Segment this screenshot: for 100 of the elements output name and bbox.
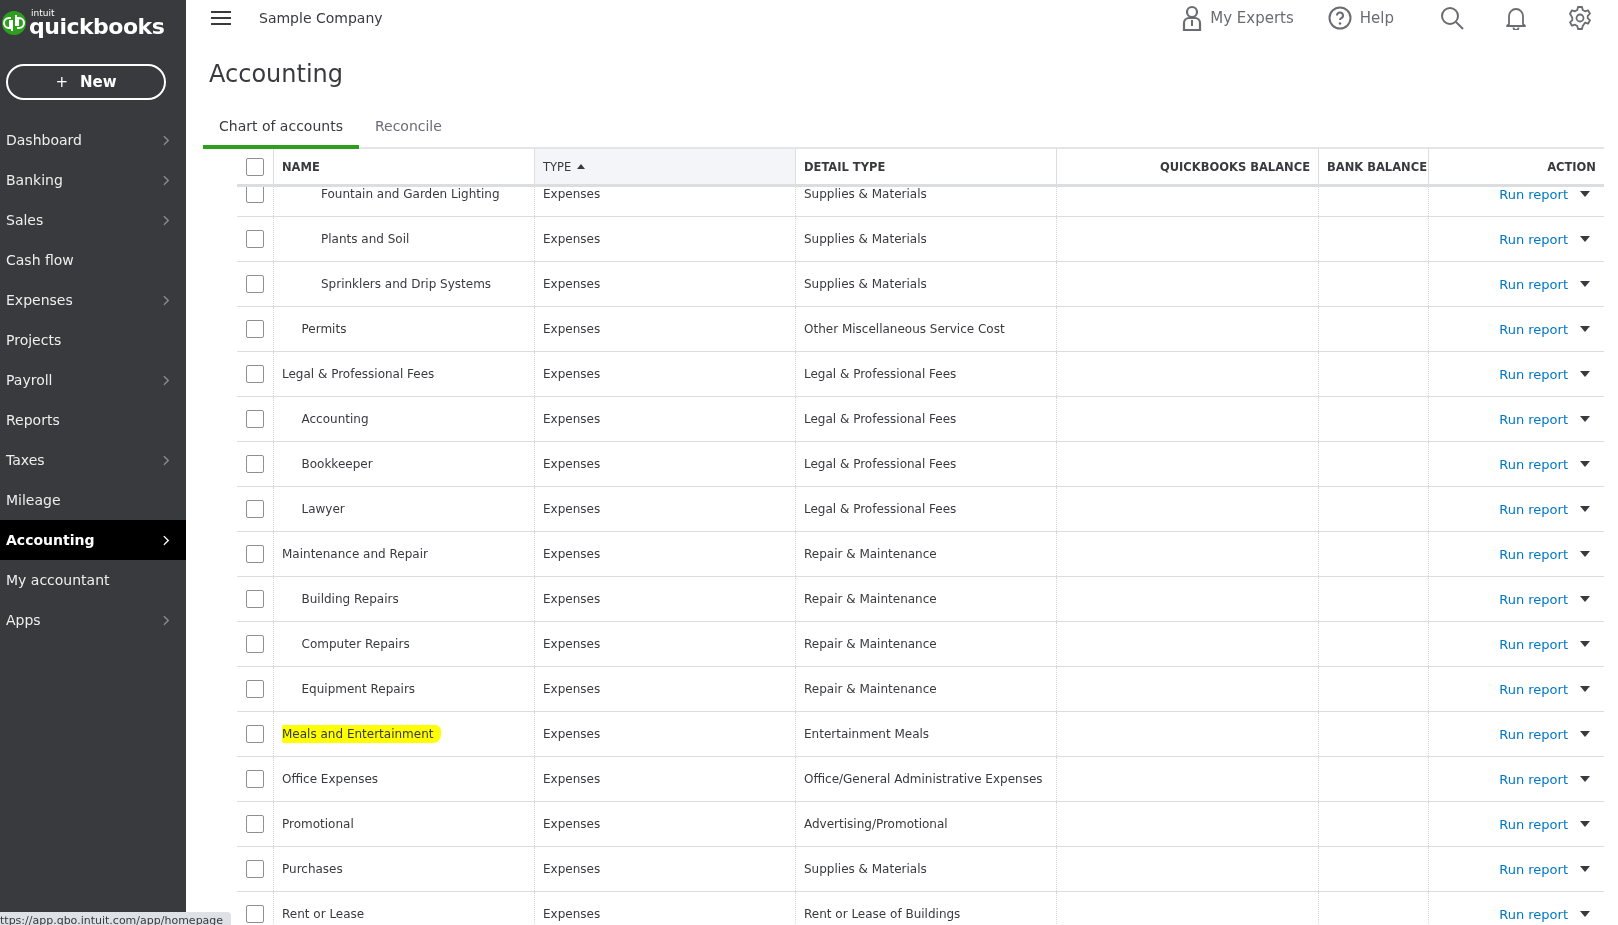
sidebar-item[interactable]: My accountant xyxy=(0,560,186,600)
run-report-link[interactable]: Run report xyxy=(1499,681,1568,697)
chevron-icon xyxy=(163,134,170,146)
account-type: Expenses xyxy=(543,592,601,606)
new-button[interactable]: + New xyxy=(6,64,166,100)
sidebar-item[interactable]: Accounting xyxy=(0,520,186,560)
row-checkbox[interactable] xyxy=(246,725,264,743)
detail-type: Office/General Administrative Expenses xyxy=(804,772,1043,786)
sidebar-item[interactable]: Payroll xyxy=(0,360,186,400)
run-report-link[interactable]: Run report xyxy=(1499,636,1568,652)
run-report-link[interactable]: Run report xyxy=(1499,276,1568,292)
detail-type: Other Miscellaneous Service Cost xyxy=(804,322,1005,336)
row-checkbox[interactable] xyxy=(246,187,264,203)
sort-ascending-icon xyxy=(577,164,586,169)
run-report-link[interactable]: Run report xyxy=(1499,591,1568,607)
sidebar-item[interactable]: Taxes xyxy=(0,440,186,480)
row-checkbox[interactable] xyxy=(246,365,264,383)
detail-type: Legal & Professional Fees xyxy=(804,412,957,426)
chevron-icon xyxy=(163,614,170,626)
row-checkbox[interactable] xyxy=(246,500,264,518)
run-report-link[interactable]: Run report xyxy=(1499,726,1568,742)
column-header[interactable]: QUICKBOOKS BALANCE xyxy=(1057,149,1319,184)
account-type: Expenses xyxy=(543,637,601,651)
row-checkbox[interactable] xyxy=(246,230,264,248)
chevron-icon xyxy=(163,454,170,466)
detail-type: Repair & Maintenance xyxy=(804,547,937,561)
row-checkbox[interactable] xyxy=(246,635,264,653)
sidebar-item[interactable]: Expenses xyxy=(0,280,186,320)
run-report-link[interactable]: Run report xyxy=(1499,771,1568,787)
account-name: Rent or Lease xyxy=(282,907,365,921)
run-report-link[interactable]: Run report xyxy=(1499,906,1568,922)
row-checkbox[interactable] xyxy=(246,275,264,293)
menu-icon[interactable] xyxy=(211,10,231,26)
run-report-link[interactable]: Run report xyxy=(1499,187,1568,202)
sidebar-item[interactable]: Banking xyxy=(0,160,186,200)
account-type: Expenses xyxy=(543,367,601,381)
sidebar-item[interactable]: Mileage xyxy=(0,480,186,520)
sidebar-item[interactable]: Sales xyxy=(0,200,186,240)
row-checkbox[interactable] xyxy=(246,680,264,698)
tab[interactable]: Reconcile xyxy=(358,114,458,149)
account-type: Expenses xyxy=(543,862,601,876)
chevron-icon xyxy=(163,294,170,306)
account-type: Expenses xyxy=(543,412,601,426)
account-name: Plants and Soil xyxy=(321,232,410,246)
row-checkbox[interactable] xyxy=(246,860,264,878)
detail-type: Legal & Professional Fees xyxy=(804,457,957,471)
search-icon[interactable] xyxy=(1440,6,1464,30)
account-name: Office Expenses xyxy=(282,772,379,786)
run-report-link[interactable]: Run report xyxy=(1499,501,1568,517)
notification-bell-icon[interactable] xyxy=(1506,6,1526,30)
run-report-link[interactable]: Run report xyxy=(1499,411,1568,427)
detail-type: Supplies & Materials xyxy=(804,862,927,876)
run-report-link[interactable]: Run report xyxy=(1499,546,1568,562)
column-header[interactable]: BANK BALANCE xyxy=(1319,149,1429,184)
account-name: Bookkeeper xyxy=(301,457,373,471)
column-header[interactable]: DETAIL TYPE xyxy=(796,149,1057,184)
my-experts-link[interactable]: My Experts xyxy=(1182,5,1294,31)
company-name: Sample Company xyxy=(259,10,383,26)
column-header[interactable]: TYPE xyxy=(535,149,796,184)
quickbooks-logo[interactable]: intuit quickbooks xyxy=(0,0,165,42)
account-type: Expenses xyxy=(543,907,601,921)
settings-icon[interactable] xyxy=(1568,6,1592,30)
detail-type: Supplies & Materials xyxy=(804,277,927,291)
account-name: Equipment Repairs xyxy=(301,682,416,696)
row-checkbox[interactable] xyxy=(246,320,264,338)
row-checkbox[interactable] xyxy=(246,455,264,473)
row-checkbox[interactable] xyxy=(246,905,264,923)
account-name: Meals and Entertainment xyxy=(282,725,442,743)
row-checkbox[interactable] xyxy=(246,770,264,788)
detail-type: Entertainment Meals xyxy=(804,727,930,741)
chevron-icon xyxy=(163,534,170,546)
sidebar-item[interactable]: Projects xyxy=(0,320,186,360)
account-name: Accounting xyxy=(301,412,369,426)
detail-type: Supplies & Materials xyxy=(804,232,927,246)
row-checkbox[interactable] xyxy=(246,545,264,563)
sidebar-item[interactable]: Dashboard xyxy=(0,120,186,160)
select-all-checkbox[interactable] xyxy=(246,157,264,176)
account-type: Expenses xyxy=(543,727,601,741)
run-report-link[interactable]: Run report xyxy=(1499,321,1568,337)
sidebar-item[interactable]: Cash flow xyxy=(0,240,186,280)
row-checkbox[interactable] xyxy=(246,410,264,428)
sidebar-item[interactable]: Reports xyxy=(0,400,186,440)
run-report-link[interactable]: Run report xyxy=(1499,366,1568,382)
account-type: Expenses xyxy=(543,547,601,561)
run-report-link[interactable]: Run report xyxy=(1499,231,1568,247)
sidebar-item[interactable]: Apps xyxy=(0,600,186,640)
run-report-link[interactable]: Run report xyxy=(1499,861,1568,877)
help-link[interactable]: Help xyxy=(1327,6,1394,30)
account-type: Expenses xyxy=(543,232,601,246)
row-checkbox[interactable] xyxy=(246,815,264,833)
row-checkbox[interactable] xyxy=(246,590,264,608)
account-name: Lawyer xyxy=(301,502,345,516)
account-name: Permits xyxy=(301,322,347,336)
column-header[interactable]: ACTION xyxy=(1429,149,1604,184)
run-report-link[interactable]: Run report xyxy=(1499,816,1568,832)
account-type: Expenses xyxy=(543,457,601,471)
detail-type: Supplies & Materials xyxy=(804,187,927,201)
run-report-link[interactable]: Run report xyxy=(1499,456,1568,472)
account-name: Promotional xyxy=(282,817,354,831)
account-name: Sprinklers and Drip Systems xyxy=(321,277,492,291)
